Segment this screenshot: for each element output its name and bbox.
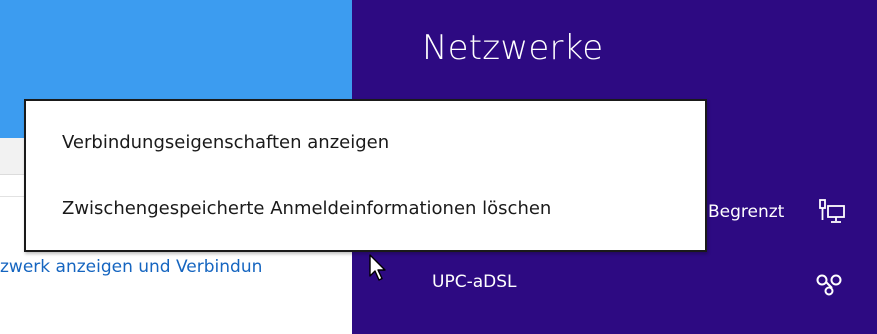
wifi-network-icon [816, 274, 842, 296]
panel-title: Netzwerke [422, 28, 604, 68]
network-item-upc-adsl[interactable]: UPC-aDSL [352, 262, 877, 306]
context-menu: Verbindungseigenschaften anzeigen Zwisch… [24, 99, 707, 252]
network-name: UPC-aDSL [432, 272, 517, 292]
menu-item-show-connection-properties[interactable]: Verbindungseigenschaften anzeigen [62, 132, 389, 153]
metered-network-icon [819, 199, 845, 223]
mouse-cursor-icon [369, 254, 386, 281]
network-settings-link[interactable]: zwerk anzeigen und Verbindun [0, 257, 352, 277]
network-status-label: Begrenzt [708, 202, 785, 222]
menu-item-clear-cached-credentials[interactable]: Zwischengespeicherte Anmeldeinformatione… [62, 198, 551, 219]
